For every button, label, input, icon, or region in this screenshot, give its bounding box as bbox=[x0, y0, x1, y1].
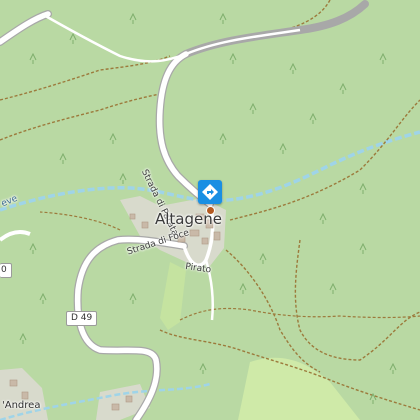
road-minor-north bbox=[41, 12, 187, 63]
route-shield-edge: 0 bbox=[0, 263, 12, 278]
meadow-area bbox=[238, 357, 360, 420]
road-west-edge bbox=[0, 230, 31, 242]
track-nw bbox=[0, 55, 171, 101]
place-label-andrea: 'Andrea bbox=[2, 400, 41, 411]
track-village-w bbox=[39, 211, 121, 231]
track-se bbox=[225, 249, 321, 373]
directions-diamond-icon[interactable] bbox=[198, 180, 222, 204]
road-nw bbox=[0, 11, 51, 45]
map-canvas[interactable]: Strada di Parata Altagene Strada di Foce… bbox=[0, 0, 420, 420]
track-mid bbox=[179, 307, 420, 321]
track-east-loop bbox=[294, 239, 420, 361]
poi-location-dot bbox=[206, 206, 215, 215]
route-shield-d49: D 49 bbox=[66, 311, 98, 326]
track-w bbox=[0, 93, 161, 141]
track-e bbox=[229, 99, 420, 221]
meadow-patch bbox=[160, 262, 186, 330]
